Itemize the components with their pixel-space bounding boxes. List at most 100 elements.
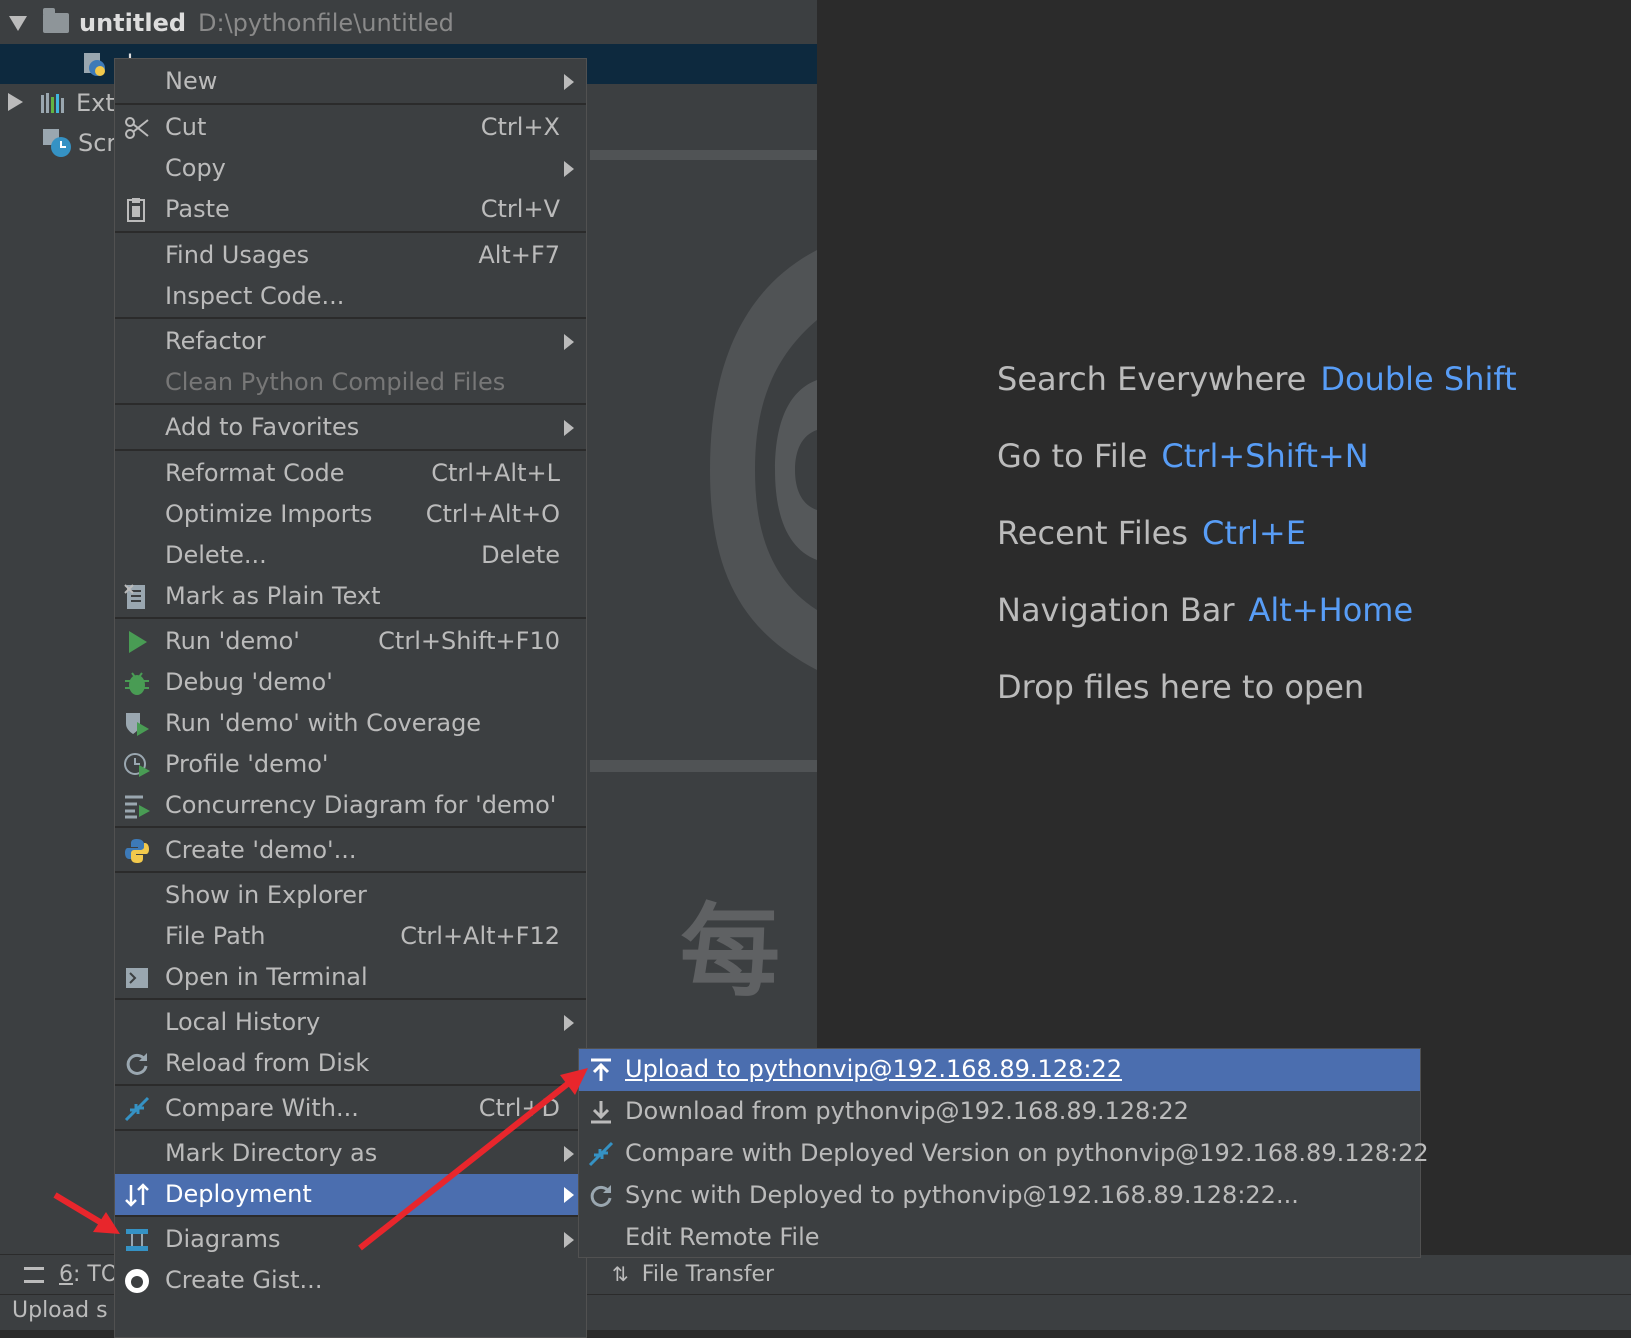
menu-item-shortcut: Ctrl+D (478, 1094, 560, 1122)
submenu-arrow-icon (564, 1015, 574, 1031)
menu-item-compare-with[interactable]: Compare With... Ctrl+D (115, 1088, 586, 1129)
menu-item-show-in-explorer[interactable]: Show in Explorer (115, 875, 586, 916)
deployment-arrows-icon (123, 1181, 151, 1209)
submenu-arrow-icon (564, 1187, 574, 1203)
menu-item-label: Copy (165, 154, 226, 182)
tree-node-scratches[interactable]: Scr (0, 123, 116, 163)
hint-search-key: Double Shift (1320, 360, 1517, 398)
menu-item-shortcut: Ctrl+X (480, 113, 560, 141)
tree-node-external-libraries[interactable]: Ext (0, 83, 115, 123)
scratches-label: Scr (78, 129, 117, 157)
menu-item-run-coverage[interactable]: Run 'demo' with Coverage (115, 703, 586, 744)
file-transfer-tool-button[interactable]: ⇅ File Transfer (612, 1262, 774, 1287)
menu-item-label: Diagrams (165, 1225, 281, 1253)
menu-item-create-gist[interactable]: Create Gist... (115, 1260, 586, 1301)
transfer-arrows-icon: ⇅ (612, 1262, 629, 1286)
hint-search-everywhere: Search Everywhere Double Shift (997, 360, 1517, 398)
menu-item-label: Show in Explorer (165, 881, 367, 909)
terminal-icon (123, 964, 151, 992)
submenu-arrow-icon (564, 1232, 574, 1248)
menu-item-profile[interactable]: Profile 'demo' (115, 744, 586, 785)
hint-recent-label: Recent Files (997, 514, 1188, 552)
menu-item-optimize-imports[interactable]: Optimize Imports Ctrl+Alt+O (115, 494, 586, 535)
menu-item-clean-compiled: Clean Python Compiled Files (115, 362, 586, 403)
menu-separator (115, 231, 586, 233)
menu-item-diagrams[interactable]: Diagrams (115, 1219, 586, 1260)
menu-item-label: Run 'demo' (165, 627, 300, 655)
todo-label: : TO (73, 1262, 119, 1287)
hint-nav-key: Alt+Home (1248, 591, 1414, 629)
menu-separator (115, 871, 586, 873)
menu-item-reload-from-disk[interactable]: Reload from Disk (115, 1043, 586, 1084)
diff-arrows-icon (587, 1140, 615, 1168)
menu-item-label: Paste (165, 195, 230, 223)
menu-item-mark-directory-as[interactable]: Mark Directory as (115, 1133, 586, 1174)
hint-drop-label: Drop files here to open (997, 668, 1365, 706)
tree-node-root[interactable]: untitled D:\pythonfile\untitled (0, 3, 454, 43)
scissors-icon (123, 114, 151, 142)
menu-item-copy[interactable]: Copy (115, 148, 586, 189)
todo-number: 6 (59, 1262, 73, 1287)
external-libraries-label: Ext (76, 89, 115, 117)
submenu-arrow-icon (564, 334, 574, 350)
submenu-item-sync[interactable]: Sync with Deployed to pythonvip@192.168.… (579, 1175, 1420, 1217)
menu-item-label: Mark Directory as (165, 1139, 378, 1167)
submenu-item-upload[interactable]: Upload to pythonvip@192.168.89.128:22 (579, 1049, 1420, 1091)
menu-item-create-config[interactable]: Create 'demo'... (115, 830, 586, 871)
menu-item-inspect-code[interactable]: Inspect Code... (115, 276, 586, 317)
menu-separator (115, 1129, 586, 1131)
submenu-item-label: Edit Remote File (625, 1223, 820, 1251)
menu-item-file-path[interactable]: File Path Ctrl+Alt+F12 (115, 916, 586, 957)
menu-item-delete[interactable]: Delete... Delete (115, 535, 586, 576)
menu-item-run[interactable]: Run 'demo' Ctrl+Shift+F10 (115, 621, 586, 662)
menu-item-open-terminal[interactable]: Open in Terminal (115, 957, 586, 998)
project-name: untitled (79, 9, 187, 37)
menu-item-shortcut: Ctrl+Alt+O (425, 500, 560, 528)
debug-bug-icon (123, 669, 151, 697)
menu-item-label: Reformat Code (165, 459, 345, 487)
list-icon (24, 1267, 44, 1283)
expand-triangle-icon[interactable] (9, 9, 27, 37)
menu-item-label: Add to Favorites (165, 413, 360, 441)
menu-item-paste[interactable]: Paste Ctrl+V (115, 189, 586, 230)
menu-item-find-usages[interactable]: Find Usages Alt+F7 (115, 235, 586, 276)
sync-icon (587, 1182, 615, 1210)
concurrency-diagram-icon (123, 792, 151, 820)
submenu-item-label: Download from pythonvip@192.168.89.128:2… (625, 1097, 1189, 1125)
deployment-submenu: Upload to pythonvip@192.168.89.128:22 Do… (578, 1048, 1429, 1259)
libraries-icon (40, 91, 68, 115)
menu-item-debug[interactable]: Debug 'demo' (115, 662, 586, 703)
menu-item-reformat-code[interactable]: Reformat Code Ctrl+Alt+L (115, 453, 586, 494)
menu-item-new[interactable]: New (115, 61, 586, 102)
diff-arrows-icon (123, 1095, 151, 1123)
menu-item-label: Refactor (165, 327, 266, 355)
context-menu: New Cut Ctrl+X Copy Paste Ctrl+V Find Usag… (114, 58, 587, 1338)
submenu-item-label: Upload to pythonvip@192.168.89.128:22 (625, 1055, 1122, 1083)
python-file-icon (82, 51, 108, 77)
submenu-item-download[interactable]: Download from pythonvip@192.168.89.128:2… (579, 1091, 1420, 1133)
menu-item-add-to-favorites[interactable]: Add to Favorites (115, 407, 586, 448)
hint-nav-label: Navigation Bar (997, 591, 1235, 629)
hint-drop-files: Drop files here to open (997, 668, 1364, 706)
menu-item-label: Create 'demo'... (165, 836, 357, 864)
menu-item-label: File Path (165, 922, 266, 950)
menu-item-label: Profile 'demo' (165, 750, 329, 778)
download-icon (587, 1098, 615, 1126)
github-icon (123, 1267, 151, 1295)
menu-item-concurrency-diagram[interactable]: Concurrency Diagram for 'demo' (115, 785, 586, 826)
status-message: Upload s (12, 1298, 108, 1323)
todo-tool-button[interactable]: 6: TO (24, 1262, 118, 1287)
expand-triangle-icon[interactable] (8, 89, 23, 117)
submenu-item-edit-remote[interactable]: Edit Remote File (579, 1217, 1420, 1259)
menu-item-deployment[interactable]: Deployment (115, 1174, 586, 1215)
run-icon (123, 628, 151, 656)
submenu-item-compare-deployed[interactable]: Compare with Deployed Version on pythonv… (579, 1133, 1429, 1175)
menu-item-mark-plain-text[interactable]: Mark as Plain Text (115, 576, 586, 617)
menu-item-local-history[interactable]: Local History (115, 1002, 586, 1043)
menu-item-refactor[interactable]: Refactor (115, 321, 586, 362)
hint-recent-files: Recent Files Ctrl+E (997, 514, 1306, 552)
folder-icon (43, 8, 69, 33)
menu-separator (115, 998, 586, 1000)
menu-item-cut[interactable]: Cut Ctrl+X (115, 107, 586, 148)
submenu-item-label: Sync with Deployed to pythonvip@192.168.… (625, 1181, 1299, 1209)
